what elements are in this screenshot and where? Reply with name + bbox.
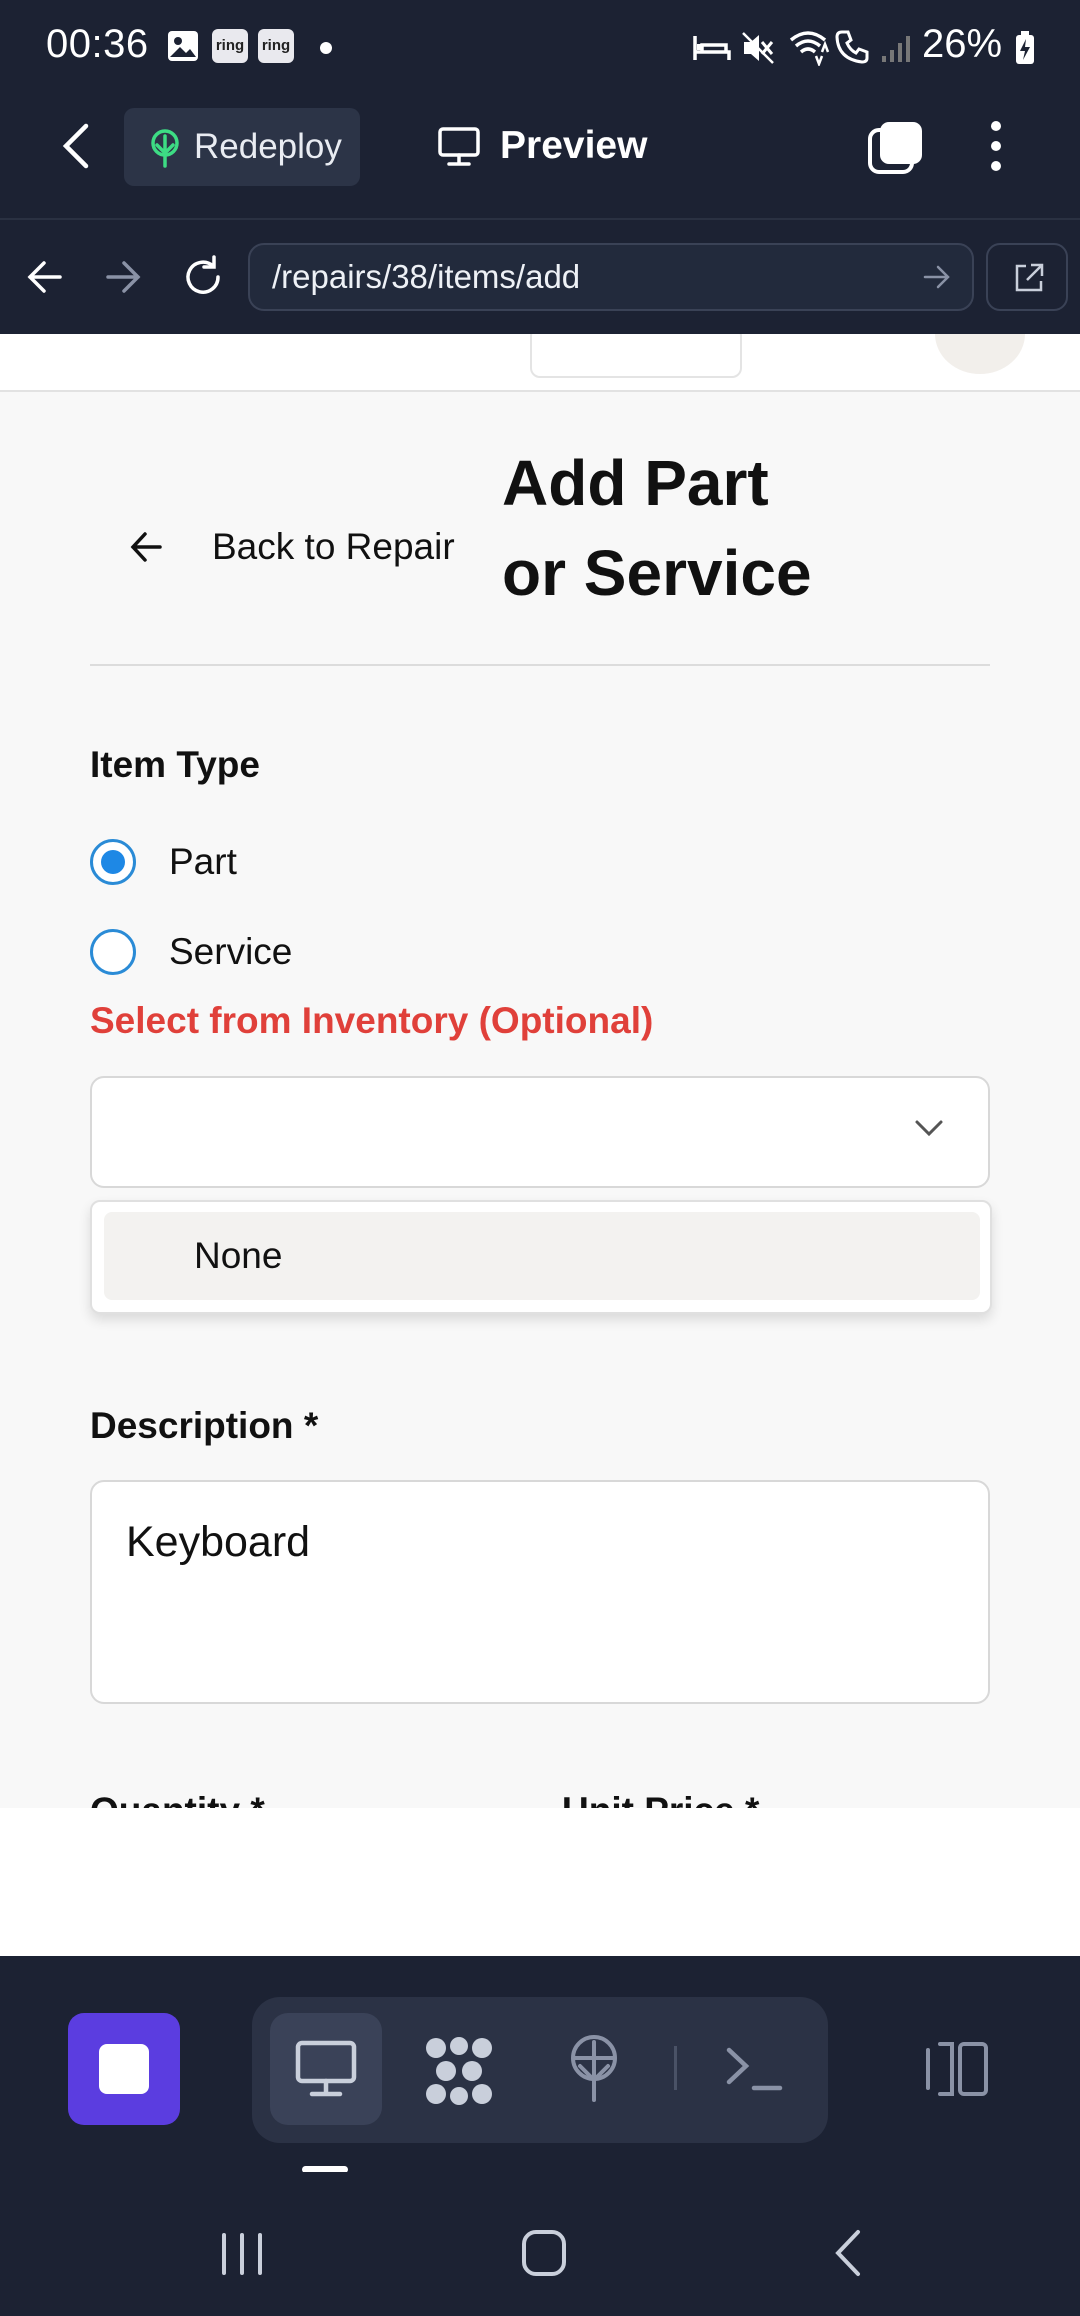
header-chip (530, 334, 742, 378)
monitor-icon (295, 2040, 357, 2097)
divider (90, 664, 990, 666)
dropdown-option-none[interactable]: None (104, 1212, 980, 1300)
radio-part-label[interactable]: Part (169, 841, 237, 883)
avatar (935, 334, 1025, 374)
status-bar (0, 0, 1080, 96)
battery-percent: 26% (922, 22, 1003, 66)
inventory-select[interactable] (90, 1076, 990, 1188)
ring-app-icon: ring (258, 29, 294, 63)
inventory-dropdown-menu: None (90, 1200, 992, 1314)
call-icon (834, 29, 870, 65)
grid-icon[interactable] (424, 2036, 494, 2106)
stop-button[interactable] (68, 2013, 180, 2125)
tab-preview[interactable] (270, 2013, 382, 2125)
page-content: Back to Repair Add Part or Service Item … (0, 390, 1080, 1808)
tabs-icon[interactable] (866, 118, 926, 176)
tree-icon (146, 128, 184, 168)
chevron-down-icon (915, 1120, 943, 1137)
browser-back-icon[interactable] (24, 258, 64, 296)
go-arrow-icon[interactable] (922, 264, 952, 290)
page-title-line-2: or Service (502, 537, 812, 609)
description-textarea[interactable]: Keyboard (90, 1480, 990, 1704)
stop-icon (99, 2044, 149, 2094)
description-label: Description * (90, 1405, 319, 1446)
web-viewport: Back to Repair Add Part or Service Item … (0, 334, 1080, 1808)
radio-part[interactable] (90, 839, 136, 885)
page-title-line-1: Add Part (502, 447, 769, 519)
radio-service[interactable] (90, 929, 136, 975)
back-to-repair-link[interactable]: Back to Repair (128, 512, 455, 582)
recents-icon[interactable] (218, 2232, 266, 2276)
home-icon[interactable] (520, 2228, 568, 2278)
monitor-icon (437, 126, 481, 168)
back-link-label: Back to Repair (212, 526, 455, 567)
external-link-icon (1015, 263, 1044, 292)
radio-service-label[interactable]: Service (169, 931, 292, 973)
split-panel-icon[interactable] (922, 2040, 990, 2098)
mute-icon (740, 30, 776, 66)
reload-icon[interactable] (180, 254, 226, 300)
battery-charging-icon (1014, 30, 1036, 66)
quantity-label: Quantity * (90, 1790, 265, 1808)
viewport-blank-area (0, 1808, 1080, 1956)
arrow-left-icon (130, 532, 162, 562)
status-time: 00:36 (46, 22, 149, 66)
item-type-label: Item Type (90, 744, 260, 785)
ring-app-icon: ring (212, 29, 248, 63)
antenna-icon[interactable] (566, 2034, 622, 2104)
sleep-mode-icon (692, 32, 732, 64)
unit-price-label: Unit Price * (562, 1790, 759, 1808)
nav-back-icon[interactable] (830, 2228, 864, 2278)
signal-icon (880, 30, 916, 64)
gallery-icon (166, 29, 200, 63)
open-external-button[interactable] (986, 243, 1068, 311)
tab-divider (674, 2046, 677, 2090)
page-title: Add Part or Service (502, 438, 922, 618)
radio-selected-dot (101, 850, 125, 874)
more-vertical-icon[interactable] (984, 118, 1008, 174)
preview-tab[interactable]: Preview (500, 124, 647, 168)
wifi-calling-icon (788, 28, 830, 66)
notification-dot-icon (320, 42, 332, 54)
browser-forward-icon[interactable] (104, 258, 144, 296)
redeploy-label: Redeploy (194, 127, 342, 166)
inventory-select-label: Select from Inventory (Optional) (90, 1000, 654, 1041)
terminal-icon[interactable] (724, 2044, 784, 2094)
back-chevron-icon[interactable] (56, 120, 96, 172)
url-input[interactable]: /repairs/38/items/add (248, 243, 974, 311)
